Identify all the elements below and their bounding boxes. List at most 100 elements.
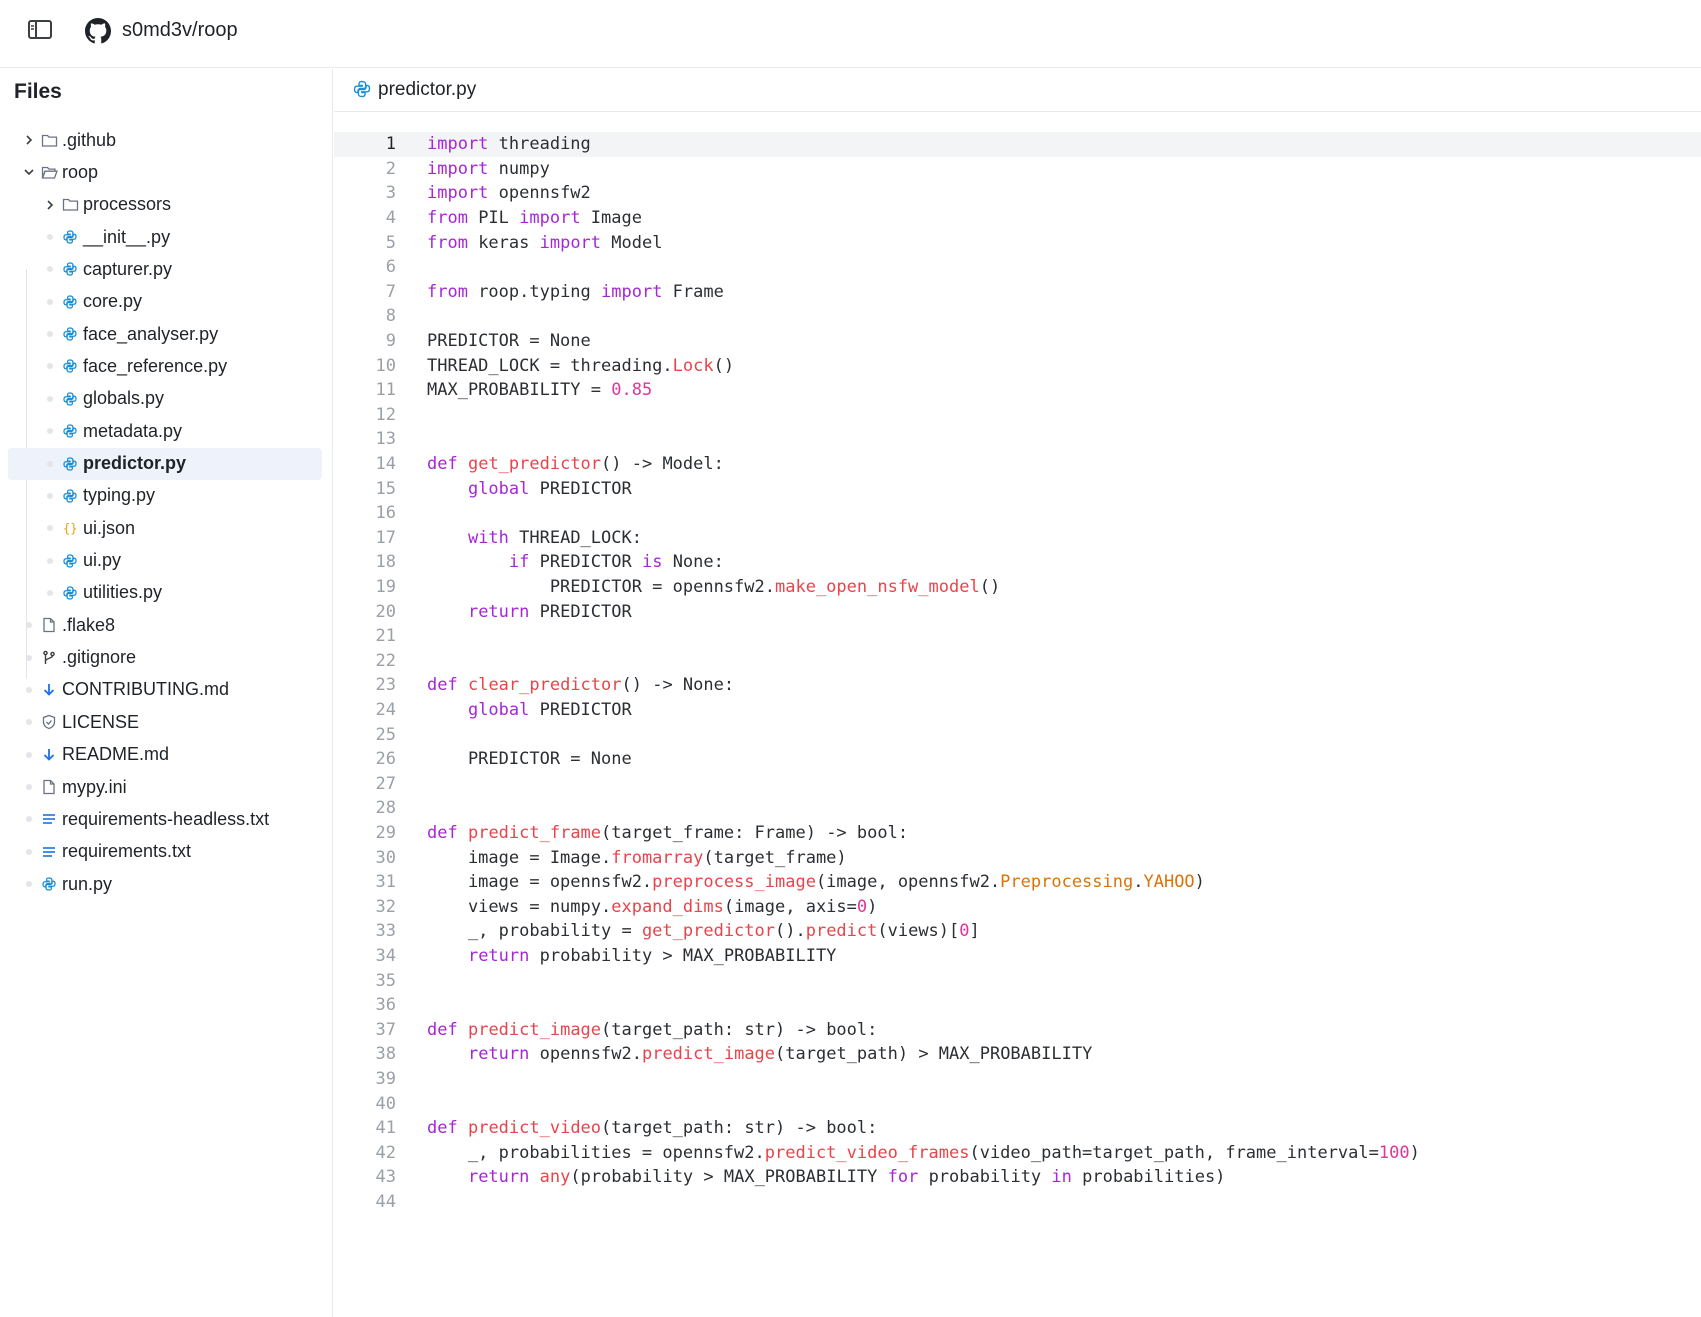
code-token: get_predictor — [641, 921, 775, 942]
tree-item-label: processors — [83, 194, 172, 215]
code-line[interactable]: 10 THREAD_LOCK = threading.Lock() — [334, 353, 1701, 378]
tree-item[interactable]: README.md — [8, 739, 322, 771]
code-line[interactable]: 22 — [334, 649, 1701, 674]
code-line[interactable]: 39 — [334, 1067, 1701, 1092]
line-number: 9 — [385, 331, 396, 352]
code-line[interactable]: 12 — [334, 403, 1701, 428]
line-source: with THREAD_LOCK: — [427, 528, 642, 548]
code-line[interactable]: 28 — [334, 796, 1701, 821]
code-line[interactable]: 32 views = numpy.expand_dims(image, axis… — [334, 895, 1701, 920]
tree-item[interactable]: run.py — [8, 868, 322, 900]
code-line[interactable]: 11 MAX_PROBABILITY = 0.85 — [334, 378, 1701, 403]
line-number: 38 — [375, 1044, 396, 1065]
code-line[interactable]: 19 PREDICTOR = opennsfw2.make_open_nsfw_… — [334, 575, 1701, 600]
tree-item[interactable]: roop — [8, 156, 322, 188]
chevron-right-icon[interactable] — [42, 197, 58, 213]
tree-item[interactable]: requirements-headless.txt — [8, 803, 322, 835]
code-line[interactable]: 35 — [334, 968, 1701, 993]
code-line[interactable]: 6 — [334, 255, 1701, 280]
code-line[interactable]: 2 import numpy — [334, 157, 1701, 182]
code-line[interactable]: 18 if PREDICTOR is None: — [334, 550, 1701, 575]
code-line[interactable]: 40 — [334, 1091, 1701, 1116]
bullet-dot — [42, 423, 58, 439]
code-line[interactable]: 23 def clear_predictor() -> None: — [334, 673, 1701, 698]
tree-item[interactable]: mypy.ini — [8, 771, 322, 803]
code-line[interactable]: 34 return probability > MAX_PROBABILITY — [334, 944, 1701, 969]
code-line[interactable]: 4 from PIL import Image — [334, 206, 1701, 231]
bullet-dot — [21, 714, 37, 730]
code-line[interactable]: 7 from roop.typing import Frame — [334, 280, 1701, 305]
code-line[interactable]: 17 with THREAD_LOCK: — [334, 526, 1701, 551]
code-line[interactable]: 31 image = opennsfw2.preprocess_image(im… — [334, 870, 1701, 895]
tree-item[interactable]: utilities.py — [8, 577, 322, 609]
code-line[interactable]: 24 global PREDICTOR — [334, 698, 1701, 723]
code-line[interactable]: 29 def predict_frame(target_frame: Frame)… — [334, 821, 1701, 846]
code-line[interactable]: 13 — [334, 427, 1701, 452]
repo-name[interactable]: s0md3v/roop — [122, 19, 238, 42]
tree-item-label: requirements-headless.txt — [62, 808, 270, 829]
tree-item[interactable]: LICENSE — [8, 706, 322, 738]
code-line[interactable]: 5 from keras import Model — [334, 230, 1701, 255]
tree-item[interactable]: face_analyser.py — [8, 318, 322, 350]
code-line[interactable]: 15 global PREDICTOR — [334, 476, 1701, 501]
code-line[interactable]: 41 def predict_video(target_path: str) ->… — [334, 1116, 1701, 1141]
code-line[interactable]: 26 PREDICTOR = None — [334, 747, 1701, 772]
python-icon — [61, 325, 79, 343]
tree-item[interactable]: __init__.py — [8, 221, 322, 253]
tree-item[interactable]: face_reference.py — [8, 350, 322, 382]
tree-item[interactable]: requirements.txt — [8, 836, 322, 868]
tree-item[interactable]: globals.py — [8, 383, 322, 415]
tree-item[interactable]: typing.py — [8, 480, 322, 512]
code-line[interactable]: 9 PREDICTOR = None — [334, 329, 1701, 354]
bullet-dot — [21, 844, 37, 860]
tree-item[interactable]: predictor.py — [8, 447, 322, 480]
code-line[interactable]: 21 — [334, 624, 1701, 649]
tree-item[interactable]: metadata.py — [8, 415, 322, 447]
code-line[interactable]: 36 — [334, 993, 1701, 1018]
code-line[interactable]: 25 — [334, 722, 1701, 747]
line-source: PREDICTOR = None — [427, 331, 591, 351]
code-line[interactable]: 27 — [334, 772, 1701, 797]
chevron-down-icon[interactable] — [21, 164, 37, 180]
tree-item[interactable]: core.py — [8, 286, 322, 318]
code-line[interactable]: 14 def get_predictor() -> Model: — [334, 452, 1701, 477]
tree-item[interactable]: {} ui.json — [8, 512, 322, 544]
code-line[interactable]: 1 import threading — [334, 132, 1701, 157]
tree-item[interactable]: processors — [8, 189, 322, 221]
tree-item[interactable]: .github — [8, 124, 322, 156]
chevron-right-icon[interactable] — [21, 132, 37, 148]
line-number: 11 — [375, 380, 396, 401]
line-number: 18 — [375, 552, 396, 573]
python-icon — [40, 875, 58, 893]
code-token: YAHOO — [1143, 872, 1195, 893]
tree-item-label: README.md — [62, 744, 170, 765]
tree-item[interactable]: .flake8 — [8, 609, 322, 641]
code-line[interactable]: 20 return PREDICTOR — [334, 599, 1701, 624]
code-line[interactable]: 44 — [334, 1190, 1701, 1215]
tree-item[interactable]: ui.py — [8, 545, 322, 577]
code-token: (target_path) > MAX_PROBABILITY — [775, 1044, 1093, 1065]
python-icon — [61, 584, 79, 602]
code-token: keras — [467, 232, 540, 253]
line-number: 1 — [385, 134, 396, 155]
tab-predictor-py[interactable]: predictor.py — [378, 79, 476, 101]
bullet-dot — [42, 391, 58, 407]
code-line[interactable]: 8 — [334, 304, 1701, 329]
code-line[interactable]: 43 return any(probability > MAX_PROBABIL… — [334, 1165, 1701, 1190]
code-line[interactable]: 33 _, probability = get_predictor().pred… — [334, 919, 1701, 944]
tree-item[interactable]: .gitignore — [8, 642, 322, 674]
tree-item-label: face_reference.py — [83, 355, 228, 376]
code-line[interactable]: 42 _, probabilities = opennsfw2.predict_… — [334, 1141, 1701, 1166]
code-line[interactable]: 30 image = Image.fromarray(target_frame) — [334, 845, 1701, 870]
sidebar-toggle-icon[interactable] — [27, 19, 55, 41]
tree-item[interactable]: capturer.py — [8, 253, 322, 285]
tree-item-label: mypy.ini — [62, 776, 127, 797]
code-line[interactable]: 38 return opennsfw2.predict_image(target… — [334, 1042, 1701, 1067]
tree-item[interactable]: CONTRIBUTING.md — [8, 674, 322, 706]
code-line[interactable]: 37 def predict_image(target_path: str) ->… — [334, 1018, 1701, 1043]
code-line[interactable]: 3 import opennsfw2 — [334, 181, 1701, 206]
tree-item-label: LICENSE — [62, 711, 140, 732]
code-line[interactable]: 16 — [334, 501, 1701, 526]
tree-item-label: metadata.py — [83, 420, 183, 441]
